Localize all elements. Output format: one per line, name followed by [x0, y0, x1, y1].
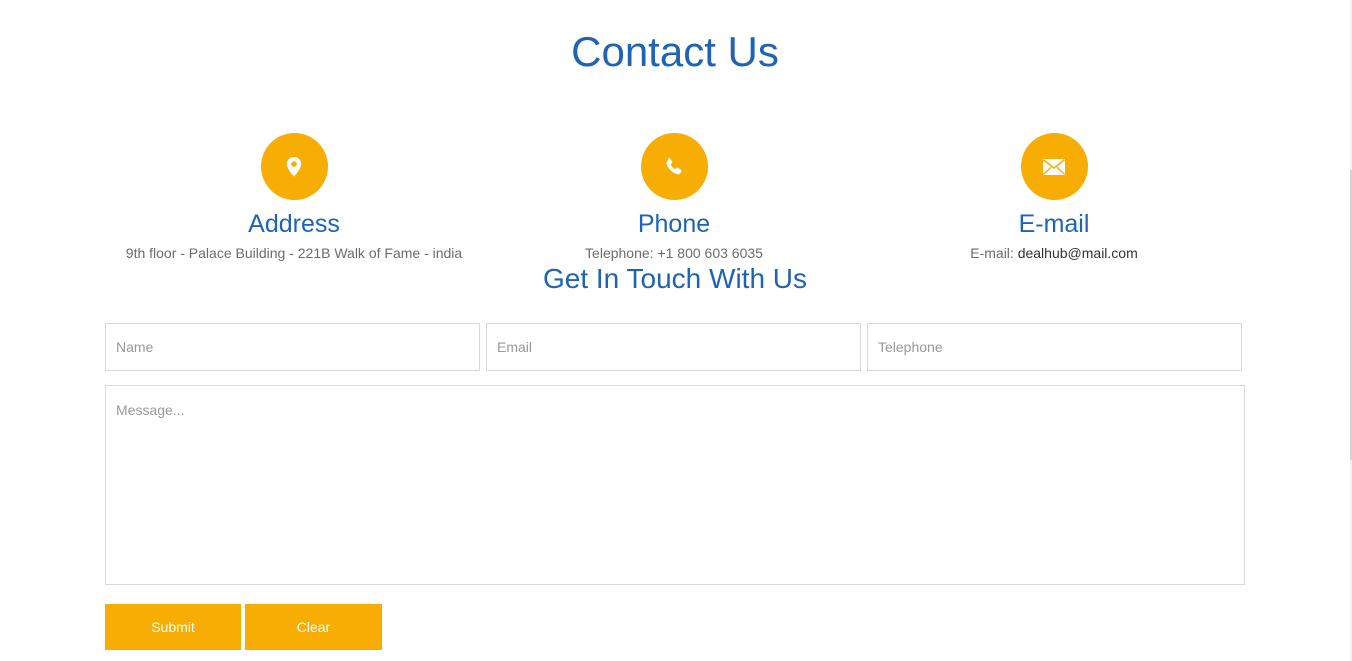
address-block: Address 9th floor - Palace Building - 22…	[104, 133, 484, 262]
email-block: E-mail E-mail: dealhub@mail.com	[864, 133, 1244, 262]
address-heading: Address	[248, 210, 340, 238]
email-input[interactable]	[486, 323, 861, 371]
email-text: E-mail: dealhub@mail.com	[864, 244, 1244, 262]
envelope-icon	[1020, 133, 1088, 200]
contact-page: Contact Us Address 9th floor - Palace Bu…	[0, 0, 1352, 661]
email-label: E-mail:	[970, 245, 1018, 261]
clear-button[interactable]: Clear	[245, 604, 382, 650]
page-title: Contact Us	[571, 28, 779, 75]
form-title: Get In Touch With Us	[542, 263, 808, 294]
phone-icon	[640, 133, 708, 200]
name-input[interactable]	[105, 323, 480, 371]
address-text: 9th floor - Palace Building - 221B Walk …	[125, 245, 463, 261]
submit-button[interactable]: Submit	[105, 604, 241, 650]
phone-text: Telephone: +1 800 603 6035	[585, 245, 763, 261]
telephone-input[interactable]	[867, 323, 1242, 371]
phone-block: Phone Telephone: +1 800 603 6035	[484, 133, 864, 262]
map-marker-icon	[260, 133, 328, 200]
email-link[interactable]: dealhub@mail.com	[1018, 245, 1138, 261]
message-textarea[interactable]	[105, 385, 1245, 585]
phone-heading: Phone	[637, 210, 711, 238]
email-heading: E-mail	[1018, 210, 1090, 238]
